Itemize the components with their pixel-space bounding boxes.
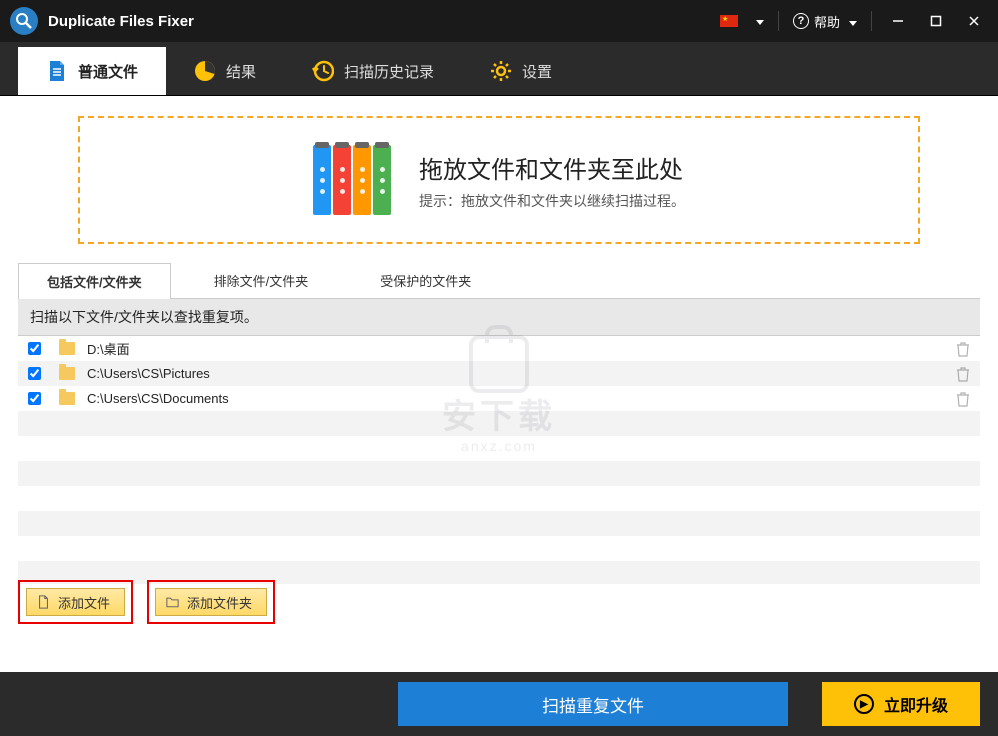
add-folder-button[interactable]: 添加文件夹	[155, 588, 267, 616]
maximize-button[interactable]	[924, 9, 948, 33]
upgrade-label: 立即升级	[884, 692, 948, 716]
help-icon: ?	[793, 13, 809, 29]
add-buttons-row: 添加文件 添加文件夹	[18, 580, 275, 624]
file-checkbox[interactable]	[28, 342, 41, 355]
instruction-bar: 扫描以下文件/文件夹以查找重复项。	[18, 299, 980, 336]
dropzone-title: 拖放文件和文件夹至此处	[419, 150, 685, 185]
help-label: 帮助	[814, 12, 840, 31]
file-checkbox[interactable]	[28, 367, 41, 380]
delete-icon[interactable]	[956, 341, 970, 357]
dropzone[interactable]: 拖放文件和文件夹至此处 提示：拖放文件和文件夹以继续扫描过程。	[78, 116, 920, 244]
subtab-exclude[interactable]: 排除文件/文件夹	[185, 262, 338, 298]
binders-icon	[313, 145, 391, 215]
tab-label: 结果	[226, 61, 256, 82]
language-flag-icon[interactable]	[720, 15, 738, 27]
tab-settings[interactable]: 设置	[462, 47, 580, 95]
add-file-label: 添加文件	[58, 593, 110, 612]
subtab-protected[interactable]: 受保护的文件夹	[351, 262, 500, 298]
file-path: C:\Users\CS\Pictures	[87, 366, 956, 381]
help-dropdown-icon	[845, 14, 857, 29]
pie-icon	[194, 60, 216, 82]
arrow-right-icon: ▶	[854, 694, 874, 714]
add-file-button[interactable]: 添加文件	[26, 588, 125, 616]
gear-icon	[490, 60, 512, 82]
subtabs: 包括文件/文件夹 排除文件/文件夹 受保护的文件夹	[18, 262, 980, 299]
file-checkbox[interactable]	[28, 392, 41, 405]
file-path: C:\Users\CS\Documents	[87, 391, 956, 406]
file-path: D:\桌面	[87, 339, 956, 358]
help-button[interactable]: ? 帮助	[793, 12, 857, 31]
file-icon	[46, 60, 68, 82]
delete-icon[interactable]	[956, 366, 970, 382]
tab-scan-history[interactable]: 扫描历史记录	[284, 47, 462, 95]
folder-icon	[59, 392, 75, 405]
app-title: Duplicate Files Fixer	[48, 13, 720, 30]
footer: 扫描重复文件 ▶ 立即升级	[0, 672, 998, 736]
app-logo	[10, 7, 38, 35]
tab-label: 设置	[522, 61, 552, 82]
tab-general-files[interactable]: 普通文件	[18, 47, 166, 95]
minimize-button[interactable]	[886, 9, 910, 33]
dropzone-hint: 提示：拖放文件和文件夹以继续扫描过程。	[419, 191, 685, 211]
close-button[interactable]	[962, 9, 986, 33]
scan-button[interactable]: 扫描重复文件	[398, 682, 788, 726]
tab-label: 扫描历史记录	[344, 61, 434, 82]
add-folder-label: 添加文件夹	[187, 593, 252, 612]
tab-label: 普通文件	[78, 61, 138, 82]
folder-icon	[59, 367, 75, 380]
subtab-include[interactable]: 包括文件/文件夹	[18, 263, 171, 299]
highlight-box: 添加文件夹	[147, 580, 275, 624]
history-icon	[312, 60, 334, 82]
delete-icon[interactable]	[956, 391, 970, 407]
folder-icon	[59, 342, 75, 355]
file-list: D:\桌面 C:\Users\CS\Pictures C:\Users\CS\D…	[18, 336, 980, 584]
titlebar: Duplicate Files Fixer ? 帮助	[0, 0, 998, 42]
highlight-box: 添加文件	[18, 580, 133, 624]
content-area: 拖放文件和文件夹至此处 提示：拖放文件和文件夹以继续扫描过程。 包括文件/文件夹…	[0, 96, 998, 584]
main-tabbar: 普通文件 结果 扫描历史记录 设置	[0, 42, 998, 96]
upgrade-button[interactable]: ▶ 立即升级	[822, 682, 980, 726]
tab-results[interactable]: 结果	[166, 47, 284, 95]
file-row: D:\桌面	[18, 336, 980, 361]
file-row: C:\Users\CS\Pictures	[18, 361, 980, 386]
language-dropdown-icon[interactable]	[752, 12, 764, 30]
file-row: C:\Users\CS\Documents	[18, 386, 980, 411]
